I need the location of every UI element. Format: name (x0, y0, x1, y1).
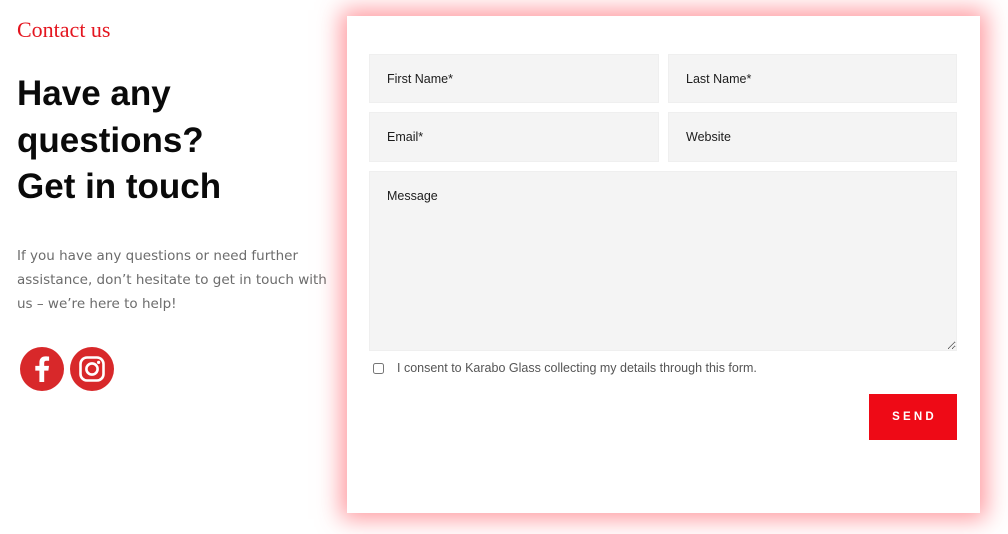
headline-line: questions? (17, 120, 204, 160)
send-button[interactable]: SEND (869, 394, 957, 440)
contact-form-card: I consent to Karabo Glass collecting my … (347, 16, 980, 513)
section-kicker: Contact us (17, 17, 111, 42)
message-field[interactable] (369, 171, 957, 351)
consent-row: I consent to Karabo Glass collecting my … (373, 361, 757, 375)
social-links (20, 347, 114, 391)
facebook-link[interactable] (20, 347, 64, 391)
headline-line: Get in touch (17, 167, 222, 206)
intro-text: If you have any questions or need furthe… (17, 248, 327, 312)
first-name-field[interactable] (369, 54, 659, 103)
facebook-icon (35, 356, 50, 382)
consent-label[interactable]: I consent to Karabo Glass collecting my … (397, 361, 757, 375)
instagram-link[interactable] (70, 347, 114, 391)
email-field[interactable] (369, 112, 659, 162)
instagram-icon (79, 356, 105, 382)
consent-checkbox[interactable] (373, 362, 384, 374)
website-field[interactable] (668, 112, 957, 162)
last-name-field[interactable] (668, 54, 957, 103)
page-title: Have any questions? Get in touch (17, 71, 221, 211)
headline-line: Have any (17, 74, 171, 113)
